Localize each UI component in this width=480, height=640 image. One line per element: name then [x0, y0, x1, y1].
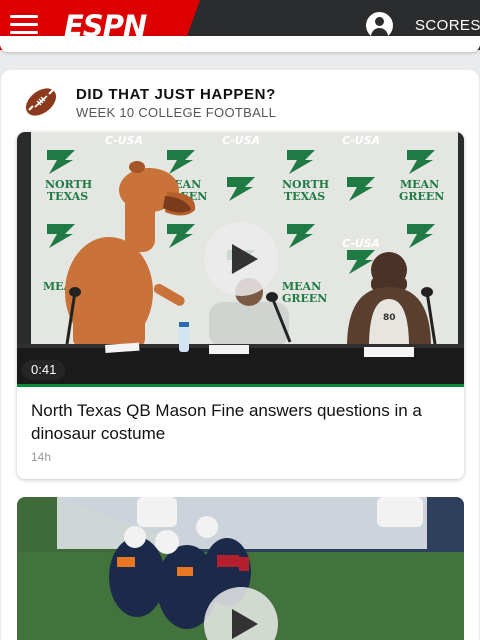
football-icon [25, 88, 57, 116]
svg-text:C-USA: C-USA [105, 134, 143, 147]
jersey-number: 80 [383, 313, 396, 323]
section-title: DID THAT JUST HAPPEN? [76, 86, 276, 103]
scores-link[interactable]: SCORES [415, 17, 480, 34]
video-duration-badge: 0:41 [22, 360, 66, 380]
progress-accent-line [17, 384, 464, 387]
video-thumbnail[interactable]: C-USA C-USA C-USA C-USA NORTH TEXAS NORTH… [17, 132, 464, 387]
svg-text:TEXAS: TEXAS [47, 190, 88, 203]
video-story-card[interactable]: C-USA C-USA C-USA C-USA NORTH TEXAS NORTH… [17, 132, 464, 479]
svg-text:GREEN: GREEN [399, 190, 444, 203]
hamburger-menu-icon[interactable] [10, 12, 40, 38]
svg-text:C-USA: C-USA [342, 237, 380, 250]
previous-card-edge [0, 36, 480, 52]
story-headline[interactable]: North Texas QB Mason Fine answers questi… [31, 399, 451, 445]
svg-text:C-USA: C-USA [342, 134, 380, 147]
user-account-icon[interactable] [366, 12, 393, 39]
play-icon[interactable] [204, 222, 278, 296]
svg-text:GREEN: GREEN [282, 292, 327, 305]
story-timestamp: 14h [31, 450, 52, 464]
svg-text:C-USA: C-USA [222, 134, 260, 147]
video-story-card-2[interactable] [17, 497, 464, 640]
section-header: DID THAT JUST HAPPEN? WEEK 10 COLLEGE FO… [22, 84, 462, 120]
svg-text:TEXAS: TEXAS [284, 190, 325, 203]
section-subtitle: WEEK 10 COLLEGE FOOTBALL [76, 105, 277, 120]
